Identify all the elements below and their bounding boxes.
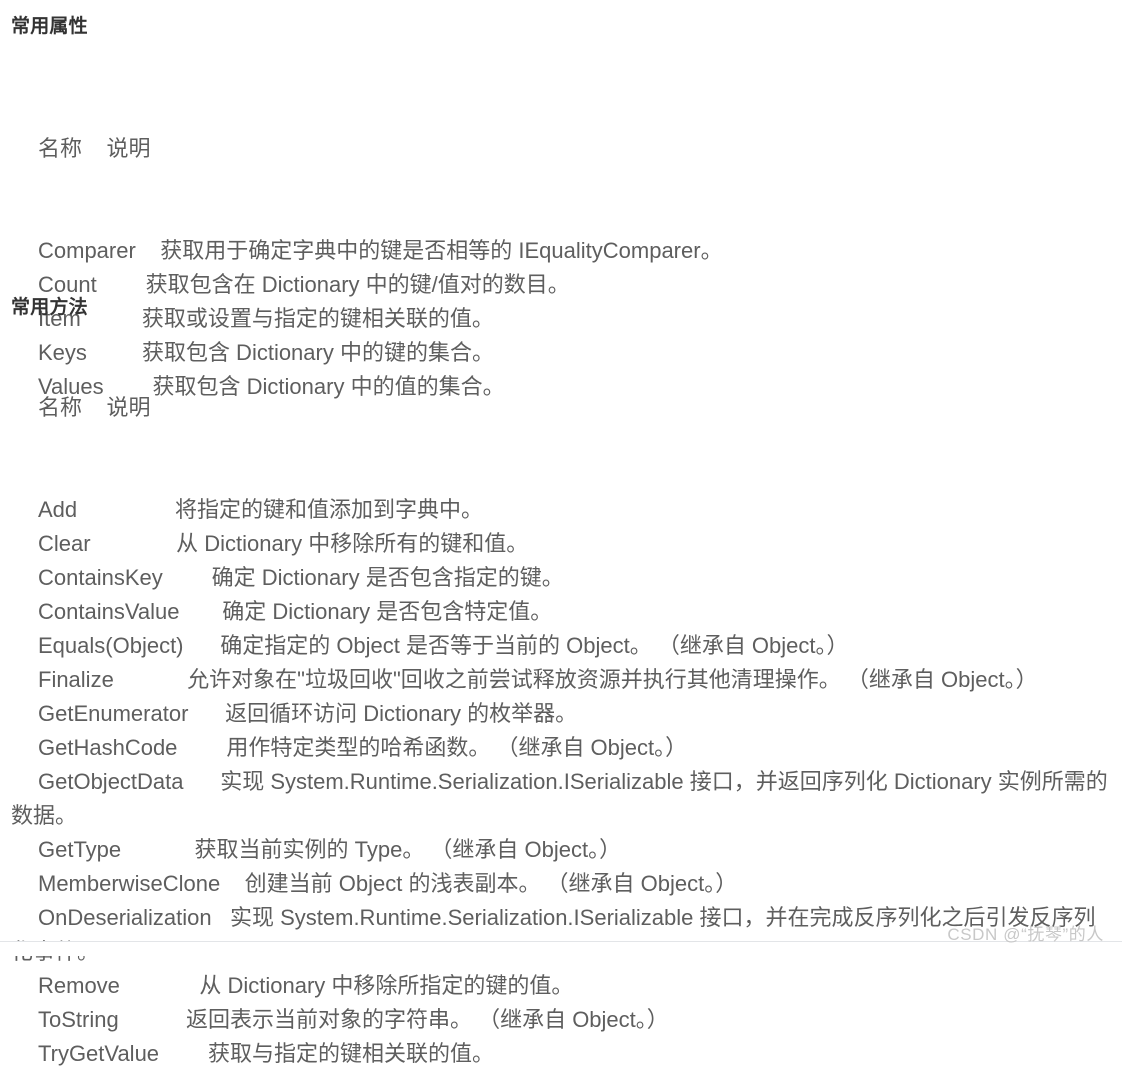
row-gap — [120, 973, 199, 998]
table-row: ContainsKey 确定 Dictionary 是否包含指定的键。 — [0, 561, 1110, 595]
row-member-name: ToString — [38, 1007, 119, 1032]
table-row: Equals(Object) 确定指定的 Object 是否等于当前的 Obje… — [0, 629, 1110, 663]
table-row: GetEnumerator 返回循环访问 Dictionary 的枚举器。 — [0, 697, 1110, 731]
row-member-description: 将指定的键和值添加到字典中。 — [174, 497, 483, 522]
row-member-description: 用作特定类型的哈希函数。 （继承自 Object。） — [226, 735, 688, 760]
table-row: Count 获取包含在 Dictionary 中的键/值对的数目。 — [0, 268, 1110, 302]
row-member-description: 获取与指定的键相关联的值。 — [207, 1041, 494, 1066]
table-row: ToString 返回表示当前对象的字符串。 （继承自 Object。） — [0, 1003, 1110, 1037]
row-gap — [184, 633, 221, 658]
row-member-description: 从 Dictionary 中移除所有的键和值。 — [176, 531, 529, 556]
row-gap — [163, 565, 212, 590]
table-row: OnDeserialization 实现 System.Runtime.Seri… — [0, 901, 1110, 969]
table-row: Remove 从 Dictionary 中移除所指定的键的值。 — [0, 969, 1110, 1003]
row-member-name: Comparer — [38, 238, 136, 263]
section-heading-common-properties: 常用属性 — [11, 16, 88, 37]
row-member-description: 获取包含在 Dictionary 中的键/值对的数目。 — [145, 272, 570, 297]
row-member-description: 获取用于确定字典中的键是否相等的 IEqualityComparer。 — [160, 238, 723, 263]
row-gap — [77, 497, 175, 522]
table-row: GetObjectData 实现 System.Runtime.Serializ… — [0, 765, 1110, 833]
row-member-description: 确定指定的 Object 是否等于当前的 Object。 （继承自 Object… — [220, 633, 849, 658]
row-gap — [220, 871, 244, 896]
row-member-name: OnDeserialization — [38, 905, 212, 930]
methods-column-header: 名称 说明 — [38, 395, 151, 420]
row-member-description: 确定 Dictionary 是否包含指定的键。 — [211, 565, 564, 590]
table-row: MemberwiseClone 创建当前 Object 的浅表副本。 （继承自 … — [0, 867, 1110, 901]
csdn-watermark: CSDN @“抚琴”的人 — [947, 925, 1104, 944]
row-member-name: Finalize — [38, 667, 114, 692]
row-member-name: TryGetValue — [38, 1041, 160, 1066]
row-member-name: GetObjectData — [38, 769, 184, 794]
row-member-name: Equals(Object) — [38, 633, 184, 658]
table-row: TryGetValue 获取与指定的键相关联的值。 — [0, 1037, 1110, 1071]
row-member-description: 获取当前实例的 Type。 （继承自 Object。） — [194, 837, 622, 862]
row-member-description: 确定 Dictionary 是否包含特定值。 — [222, 599, 553, 624]
row-gap — [179, 599, 222, 624]
table-row: GetHashCode 用作特定类型的哈希函数。 （继承自 Object。） — [0, 731, 1110, 765]
row-gap — [136, 238, 160, 263]
row-member-description: 创建当前 Object 的浅表副本。 （继承自 Object。） — [244, 871, 738, 896]
properties-column-header: 名称 说明 — [38, 136, 151, 161]
row-gap — [188, 701, 225, 726]
table-row: ContainsValue 确定 Dictionary 是否包含特定值。 — [0, 595, 1110, 629]
document-page: 常用属性 名称 说明 Comparer 获取用于确定字典中的键是否相等的 IEq… — [0, 0, 1122, 1066]
row-member-name: Count — [38, 272, 97, 297]
row-gap — [159, 1041, 208, 1066]
row-gap — [121, 837, 194, 862]
row-gap — [119, 1007, 186, 1032]
row-member-description: 允许对象在"垃圾回收"回收之前尝试释放资源并执行其他清理操作。 （继承自 Obj… — [187, 667, 1038, 692]
row-gap — [212, 905, 230, 930]
row-member-description: 从 Dictionary 中移除所指定的键的值。 — [199, 973, 574, 998]
table-row: Add 将指定的键和值添加到字典中。 — [0, 493, 1110, 527]
row-member-name: ContainsValue — [38, 599, 180, 624]
row-member-name: ContainsKey — [38, 565, 163, 590]
table-row: Comparer 获取用于确定字典中的键是否相等的 IEqualityCompa… — [0, 234, 1110, 268]
table-row: GetType 获取当前实例的 Type。 （继承自 Object。） — [0, 833, 1110, 867]
row-gap — [97, 272, 146, 297]
row-member-name: MemberwiseClone — [38, 871, 221, 896]
methods-table: 名称 说明 Add 将指定的键和值添加到字典中。 Clear 从 Dictiona… — [0, 323, 1110, 1071]
section-heading-common-methods: 常用方法 — [11, 297, 88, 318]
table-row: Finalize 允许对象在"垃圾回收"回收之前尝试释放资源并执行其他清理操作。… — [0, 663, 1110, 697]
row-gap — [177, 735, 226, 760]
row-member-name: Remove — [38, 973, 120, 998]
row-member-name: GetEnumerator — [38, 701, 189, 726]
row-member-name: Add — [38, 497, 78, 522]
row-member-name: GetHashCode — [38, 735, 178, 760]
row-member-name: Clear — [38, 531, 91, 556]
row-member-description: 返回循环访问 Dictionary 的枚举器。 — [225, 701, 578, 726]
row-member-description: 返回表示当前对象的字符串。 （继承自 Object。） — [185, 1007, 669, 1032]
row-gap — [114, 667, 187, 692]
row-gap — [184, 769, 221, 794]
row-gap — [91, 531, 177, 556]
row-member-name: GetType — [38, 837, 122, 862]
table-row: Clear 从 Dictionary 中移除所有的键和值。 — [0, 527, 1110, 561]
